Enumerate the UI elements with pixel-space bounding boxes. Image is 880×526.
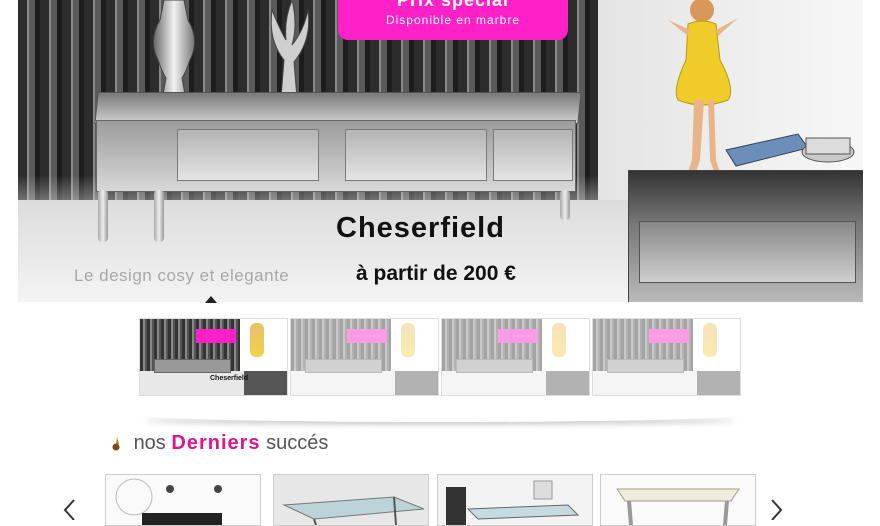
section-title-prefix: nos bbox=[133, 432, 166, 454]
thumb-promo bbox=[196, 329, 236, 343]
thumb-figure bbox=[401, 323, 415, 357]
section-divider bbox=[140, 408, 740, 422]
slider-thumbnails: Cheserfield bbox=[139, 318, 741, 396]
thumb-console bbox=[456, 359, 533, 373]
product-tagline: Le design cosy et elegante bbox=[74, 266, 290, 285]
product-3-image bbox=[438, 475, 592, 525]
product-price: à partir de 200 € bbox=[356, 262, 516, 285]
section-title-suffix: succés bbox=[266, 432, 329, 454]
thumb-label: Cheserfield bbox=[210, 375, 249, 382]
product-card-2[interactable] bbox=[273, 474, 429, 526]
console-drawer bbox=[345, 129, 487, 181]
thumb-promo bbox=[498, 329, 538, 343]
product-1-image bbox=[106, 475, 260, 525]
thumb-console bbox=[607, 359, 684, 373]
section-title: nos Derniers succés bbox=[110, 432, 328, 455]
thumb-figure bbox=[703, 323, 717, 357]
recent-products-carousel bbox=[105, 474, 756, 526]
magazines-and-bowl-image bbox=[725, 133, 855, 167]
section-title-highlight: Derniers bbox=[171, 432, 261, 454]
active-slide-pointer-icon bbox=[205, 296, 217, 303]
product-4-image bbox=[601, 475, 755, 525]
carousel-next-arrow-icon[interactable] bbox=[770, 498, 784, 520]
carousel-prev-arrow-icon[interactable] bbox=[62, 498, 76, 520]
console-drawer bbox=[493, 129, 573, 181]
thumb-table bbox=[546, 371, 589, 395]
console-leg bbox=[98, 190, 108, 242]
product-card-4[interactable] bbox=[600, 474, 756, 526]
hero-banner[interactable]: Prix spécial Disponible en marbre Cheser… bbox=[18, 0, 863, 302]
thumb-console bbox=[154, 359, 231, 373]
promo-badge[interactable]: Prix spécial Disponible en marbre bbox=[338, 0, 568, 40]
thumb-table bbox=[697, 371, 740, 395]
slide-thumbnail-4[interactable] bbox=[592, 318, 741, 396]
thumb-table bbox=[395, 371, 438, 395]
thumb-floor bbox=[593, 371, 740, 395]
table-shelf bbox=[639, 221, 856, 283]
thumb-figure bbox=[250, 323, 264, 357]
thumb-promo bbox=[649, 329, 689, 343]
slide-thumbnail-3[interactable] bbox=[441, 318, 590, 396]
thumb-table bbox=[244, 371, 287, 395]
thumb-console bbox=[305, 359, 382, 373]
promo-title: Prix spécial bbox=[396, 0, 510, 10]
console-leg bbox=[560, 190, 570, 220]
thumb-floor bbox=[442, 371, 589, 395]
slide-thumbnail-2[interactable] bbox=[290, 318, 439, 396]
console-drawer bbox=[177, 129, 319, 181]
promo-subtitle: Disponible en marbre bbox=[385, 13, 521, 27]
feather-bullet-icon bbox=[112, 436, 120, 451]
thumb-figure bbox=[552, 323, 566, 357]
product-card-3[interactable] bbox=[437, 474, 593, 526]
product-brand: Cheserfield bbox=[336, 212, 505, 244]
console-leg bbox=[154, 190, 164, 242]
thumb-wallpaper bbox=[291, 319, 391, 381]
thumb-promo bbox=[347, 329, 387, 343]
thumb-wallpaper bbox=[593, 319, 693, 381]
product-2-image bbox=[274, 475, 428, 525]
thumb-wallpaper bbox=[442, 319, 542, 381]
slide-thumbnail-1[interactable]: Cheserfield bbox=[139, 318, 288, 396]
thumb-floor bbox=[291, 371, 438, 395]
mirrored-console-image bbox=[96, 120, 576, 192]
product-card-1[interactable] bbox=[105, 474, 261, 526]
low-table-image bbox=[628, 170, 863, 302]
